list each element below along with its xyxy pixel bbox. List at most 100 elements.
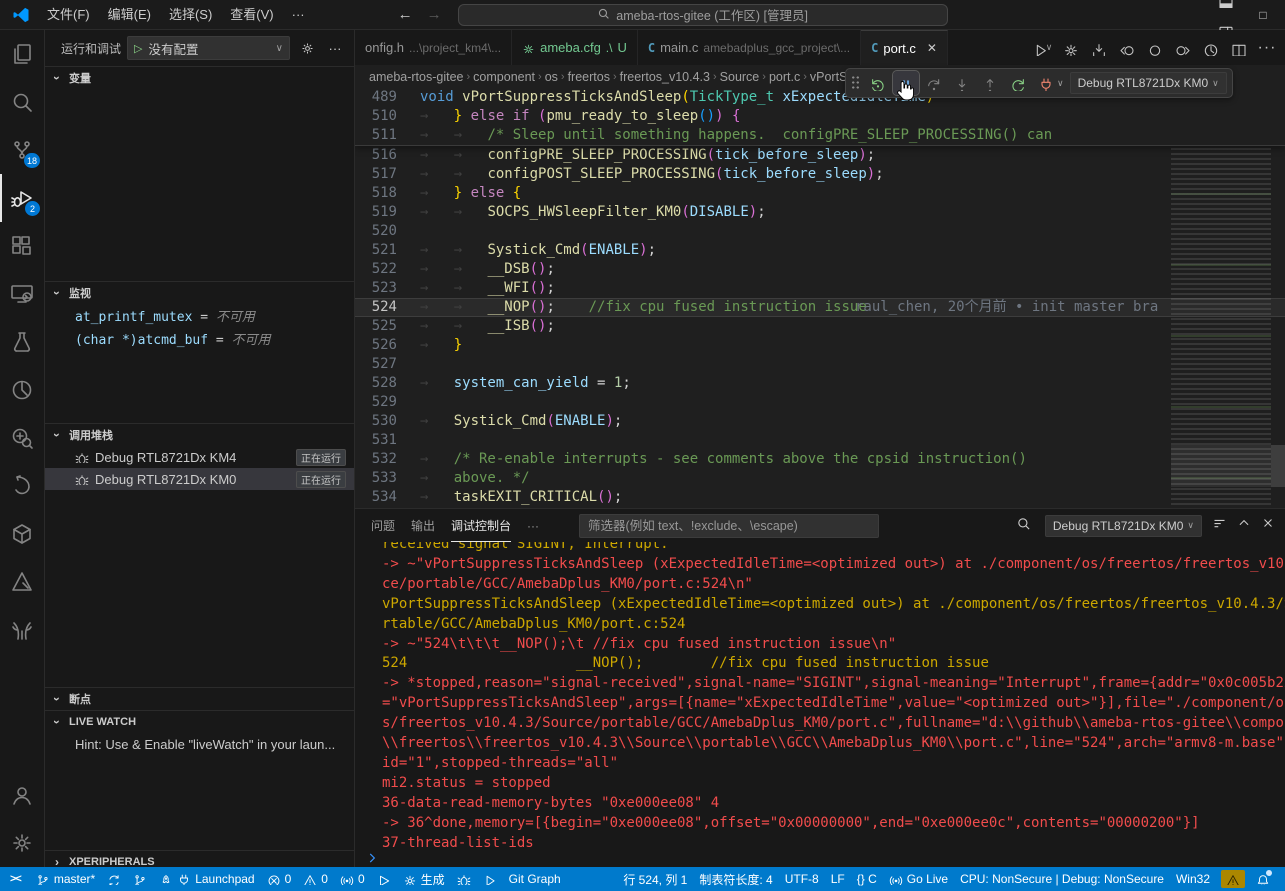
step-over-button[interactable] bbox=[921, 71, 947, 95]
tab-port.c[interactable]: Cport.c✕ bbox=[861, 30, 948, 65]
status-launchpad[interactable]: Launchpad bbox=[154, 868, 259, 890]
pause-button[interactable] bbox=[893, 71, 919, 95]
menu-文件(F)[interactable]: 文件(F) bbox=[38, 7, 99, 22]
status-encoding[interactable]: UTF-8 bbox=[780, 868, 824, 890]
breadcrumb-item-os[interactable]: os bbox=[545, 70, 558, 84]
run-and-debug-icon[interactable]: 2 bbox=[0, 174, 44, 222]
flash-download-icon[interactable] bbox=[1087, 36, 1111, 60]
status-debug-start[interactable] bbox=[372, 868, 396, 890]
circle-icon[interactable] bbox=[1143, 36, 1167, 60]
callstack-session[interactable]: Debug RTL8721Dx KM0正在运行 bbox=[45, 468, 354, 490]
status-language-mode[interactable]: {} C bbox=[852, 868, 882, 890]
explorer-icon[interactable] bbox=[0, 30, 44, 78]
code-line[interactable]: 534→ taskEXIT_CRITICAL(); bbox=[355, 488, 1285, 507]
split-editor-icon[interactable] bbox=[1227, 36, 1251, 60]
config-gear-icon[interactable] bbox=[1059, 36, 1083, 60]
manage-icon[interactable] bbox=[0, 819, 44, 867]
nav-back-icon[interactable]: ← bbox=[398, 6, 413, 23]
reset-device-button[interactable] bbox=[865, 71, 891, 95]
testing-icon[interactable] bbox=[0, 318, 44, 366]
status-errors[interactable]: 0 bbox=[262, 868, 297, 890]
section-header-xperipherals[interactable]: ›XPERIPHERALS bbox=[45, 851, 354, 867]
code-line[interactable]: 527 bbox=[355, 355, 1285, 374]
hook-tool-icon[interactable] bbox=[0, 462, 44, 510]
more-actions-icon[interactable]: ··· bbox=[324, 37, 346, 59]
code-line[interactable]: 533→ above. */ bbox=[355, 469, 1285, 488]
search-icon[interactable] bbox=[0, 78, 44, 126]
source-control-icon[interactable]: 18 bbox=[0, 126, 44, 174]
debug-console-output[interactable]: received signal SIGINT, Interrupt.-> ~"v… bbox=[355, 542, 1285, 849]
breadcrumb-item-port.c[interactable]: port.c bbox=[769, 70, 800, 84]
status-tab-size[interactable]: 制表符长度: 4 bbox=[694, 868, 777, 890]
maximize-panel-icon[interactable] bbox=[1237, 516, 1251, 535]
status-git-graph[interactable]: Git Graph bbox=[504, 868, 566, 890]
watch-expression[interactable]: at_printf_mutex = 不可用 bbox=[45, 304, 354, 327]
start-debug-icon[interactable]: ▷ bbox=[134, 42, 142, 55]
close-panel-icon[interactable] bbox=[1261, 516, 1275, 535]
nav-forward-icon[interactable]: → bbox=[427, 6, 442, 23]
status-remote[interactable]: >< bbox=[0, 868, 29, 890]
pie-timer-icon[interactable] bbox=[0, 366, 44, 414]
menu-···[interactable]: ··· bbox=[283, 7, 314, 22]
status-warnings[interactable]: 0 bbox=[298, 868, 333, 890]
panel-more-icon[interactable]: ··· bbox=[527, 509, 539, 542]
console-filter-input[interactable] bbox=[579, 514, 879, 538]
accounts-icon[interactable] bbox=[0, 771, 44, 819]
step-into-button[interactable] bbox=[949, 71, 975, 95]
debug-run-icon[interactable]: ∨ bbox=[1031, 36, 1055, 60]
nav-forward-circle-icon[interactable] bbox=[1171, 36, 1195, 60]
code-line[interactable]: 525→ → __ISB(); bbox=[355, 317, 1285, 336]
code-line[interactable]: 526→ } bbox=[355, 336, 1285, 355]
breadcrumb-item-component[interactable]: component bbox=[473, 70, 535, 84]
breadcrumb-item-Source[interactable]: Source bbox=[720, 70, 760, 84]
restart-button[interactable] bbox=[1005, 71, 1031, 95]
cmake-tool-icon[interactable] bbox=[0, 558, 44, 606]
breadcrumb-item-ameba-rtos-gitee[interactable]: ameba-rtos-gitee bbox=[369, 70, 464, 84]
run-config-dropdown[interactable]: ▷ 没有配置 ∨ bbox=[127, 36, 290, 60]
disconnect-button[interactable] bbox=[1033, 71, 1059, 95]
code-line[interactable]: 524→ → __NOP(); //fix cpu fused instruct… bbox=[355, 298, 1285, 317]
watch-expression[interactable]: (char *)atcmd_buf = 不可用 bbox=[45, 327, 354, 350]
debug-settings-gear-icon[interactable] bbox=[296, 37, 318, 59]
code-line[interactable]: 529 bbox=[355, 393, 1285, 412]
code-line[interactable]: 523→ → __WFI(); bbox=[355, 279, 1285, 298]
panel-tab-调试控制台[interactable]: 调试控制台 bbox=[451, 509, 511, 542]
status-warning-badge[interactable] bbox=[1221, 870, 1245, 888]
section-header-callstack[interactable]: ›调用堆栈 bbox=[45, 424, 354, 446]
toggle-panel-icon[interactable] bbox=[1211, 0, 1241, 15]
nav-back-circle-icon[interactable] bbox=[1115, 36, 1139, 60]
minimap-viewport[interactable] bbox=[1171, 445, 1271, 487]
tab-main.c[interactable]: Cmain.camebadplus_gcc_project\... bbox=[638, 30, 861, 65]
menu-查看(V)[interactable]: 查看(V) bbox=[221, 7, 282, 22]
code-line[interactable]: 531 bbox=[355, 431, 1285, 450]
status-platform[interactable]: Win32 bbox=[1171, 868, 1215, 890]
status-branch[interactable]: master* bbox=[31, 868, 100, 890]
code-line[interactable]: 516→ → configPRE_SLEEP_PROCESSING(tick_b… bbox=[355, 146, 1285, 165]
status-cursor-position[interactable]: 行 524, 列 1 bbox=[618, 868, 692, 890]
tab-onfig.h[interactable]: onfig.h...\project_km4\... bbox=[355, 30, 512, 65]
code-editor[interactable]: 489void vPortSuppressTicksAndSleep(TickT… bbox=[355, 88, 1285, 508]
code-line[interactable]: 518→ } else { bbox=[355, 184, 1285, 203]
step-out-button[interactable] bbox=[977, 71, 1003, 95]
status-eol[interactable]: LF bbox=[826, 868, 850, 890]
status-build[interactable]: 生成 bbox=[398, 868, 450, 890]
section-header-watch[interactable]: ›监视 bbox=[45, 282, 354, 304]
code-line[interactable]: 520 bbox=[355, 222, 1285, 241]
menu-编辑(E)[interactable]: 编辑(E) bbox=[99, 7, 160, 22]
section-header-livewatch[interactable]: ›LIVE WATCH bbox=[45, 711, 354, 733]
maximize-button[interactable]: □ bbox=[1241, 0, 1285, 30]
section-header-variables[interactable]: ›变量 bbox=[45, 67, 354, 89]
code-line[interactable]: 521→ → Systick_Cmd(ENABLE); bbox=[355, 241, 1285, 260]
status-ports[interactable]: 0 bbox=[335, 868, 370, 890]
filter-lines-icon[interactable] bbox=[1212, 516, 1227, 536]
close-icon[interactable]: ✕ bbox=[927, 41, 937, 55]
section-header-breakpoints[interactable]: ›断点 bbox=[45, 688, 354, 710]
command-center[interactable]: ameba-rtos-gitee (工作区) [管理员] bbox=[458, 4, 948, 26]
status-go-live[interactable]: Go Live bbox=[884, 868, 953, 890]
timer-icon[interactable] bbox=[1199, 36, 1223, 60]
callstack-session[interactable]: Debug RTL8721Dx KM4正在运行 bbox=[45, 446, 354, 468]
more-actions-icon[interactable]: ··· bbox=[1255, 36, 1279, 60]
code-line[interactable]: 517→ → configPOST_SLEEP_PROCESSING(tick_… bbox=[355, 165, 1285, 184]
code-line[interactable]: 519→ → SOCPS_HWSleepFilter_KM0(DISABLE); bbox=[355, 203, 1285, 222]
debug-session-select[interactable]: Debug RTL8721Dx KM0∨ bbox=[1070, 72, 1227, 94]
